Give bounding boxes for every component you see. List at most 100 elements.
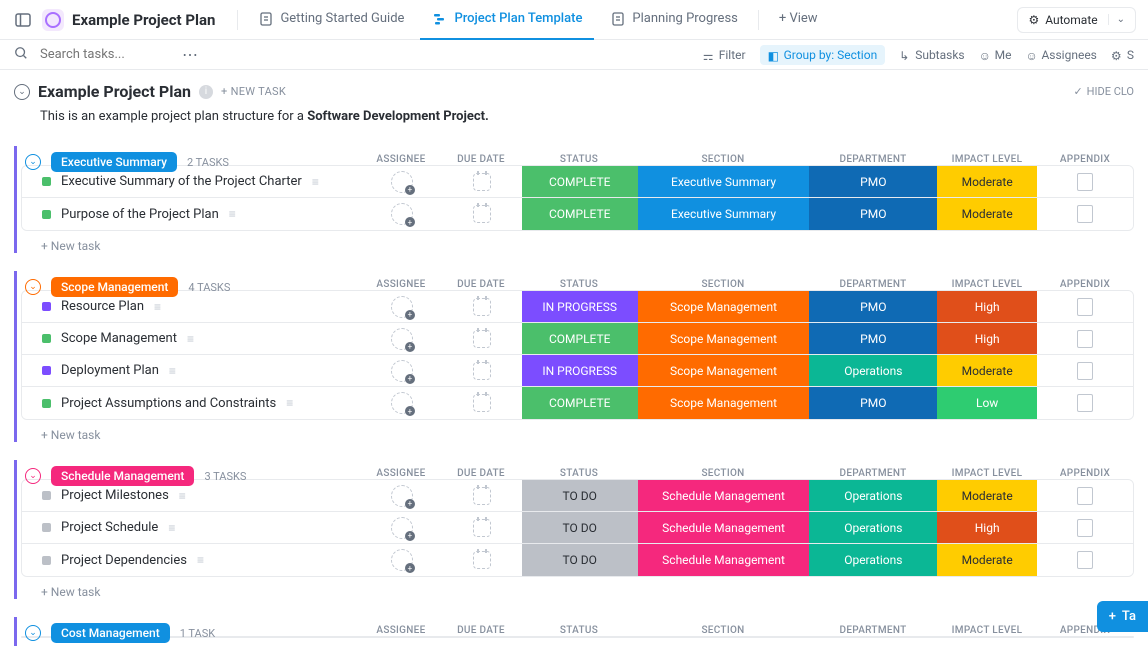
assignee-cell[interactable]: [362, 512, 442, 543]
status-cell[interactable]: TO DO: [522, 544, 638, 576]
hide-closed-button[interactable]: ✓HIDE CLO: [1073, 85, 1134, 98]
due-date-cell[interactable]: [442, 291, 522, 322]
new-task-fab[interactable]: +Ta: [1097, 601, 1148, 632]
assignee-cell[interactable]: [362, 355, 442, 386]
appendix-cell[interactable]: [1037, 387, 1133, 419]
impact-cell[interactable]: Moderate: [937, 198, 1037, 230]
status-cell[interactable]: TO DO: [522, 512, 638, 543]
due-date-cell[interactable]: [442, 323, 522, 354]
due-date-cell[interactable]: [442, 198, 522, 230]
impact-cell[interactable]: Low: [937, 387, 1037, 419]
section-cell[interactable]: Schedule Management: [638, 544, 810, 576]
task-row[interactable]: Project Milestones≡TO DOSchedule Managem…: [22, 480, 1133, 512]
status-square-icon[interactable]: [42, 523, 51, 532]
task-row[interactable]: Resource Plan≡IN PROGRESSScope Managemen…: [22, 291, 1133, 323]
task-row[interactable]: Purpose of the Project Plan≡COMPLETEExec…: [22, 198, 1133, 230]
status-cell[interactable]: IN PROGRESS: [522, 291, 638, 322]
due-date-cell[interactable]: [442, 355, 522, 386]
description-icon[interactable]: ≡: [187, 332, 194, 346]
kebab-menu-icon[interactable]: ⋯: [182, 45, 200, 64]
section-cell[interactable]: Schedule Management: [638, 480, 810, 511]
status-square-icon[interactable]: [42, 302, 51, 311]
department-cell[interactable]: PMO: [809, 387, 937, 419]
section-cell[interactable]: Executive Summary: [638, 198, 810, 230]
appendix-cell[interactable]: [1037, 544, 1133, 576]
task-row[interactable]: Deployment Plan≡IN PROGRESSScope Managem…: [22, 355, 1133, 387]
status-square-icon[interactable]: [42, 399, 51, 408]
description-icon[interactable]: ≡: [179, 489, 186, 503]
status-square-icon[interactable]: [42, 177, 51, 186]
search-icon[interactable]: [14, 46, 28, 64]
description-icon[interactable]: ≡: [197, 553, 204, 567]
tab-project-plan-template[interactable]: Project Plan Template: [420, 0, 594, 40]
due-date-cell[interactable]: [442, 544, 522, 576]
section-cell[interactable]: Schedule Management: [638, 512, 810, 543]
description-icon[interactable]: ≡: [312, 175, 319, 189]
collapse-toggle-icon[interactable]: ⌄: [14, 84, 30, 100]
status-cell[interactable]: COMPLETE: [522, 166, 638, 197]
me-button[interactable]: ☺Me: [979, 48, 1012, 62]
assignee-cell[interactable]: [362, 387, 442, 419]
task-row[interactable]: Project Assumptions and Constraints≡COMP…: [22, 387, 1133, 419]
description-icon[interactable]: ≡: [168, 521, 175, 535]
appendix-cell[interactable]: [1037, 323, 1133, 354]
department-cell[interactable]: Operations: [809, 355, 937, 386]
due-date-cell[interactable]: [442, 512, 522, 543]
due-date-cell[interactable]: [442, 480, 522, 511]
description-icon[interactable]: ≡: [229, 207, 236, 221]
tab-getting-started[interactable]: Getting Started Guide: [246, 0, 416, 40]
due-date-cell[interactable]: [442, 166, 522, 197]
assignee-cell[interactable]: [362, 323, 442, 354]
department-cell[interactable]: Operations: [809, 544, 937, 576]
chevron-down-icon[interactable]: ⌄: [1108, 14, 1125, 25]
appendix-cell[interactable]: [1037, 512, 1133, 543]
department-cell[interactable]: Operations: [809, 480, 937, 511]
section-cell[interactable]: Scope Management: [638, 355, 810, 386]
status-cell[interactable]: COMPLETE: [522, 387, 638, 419]
subtasks-button[interactable]: ↳Subtasks: [899, 48, 964, 62]
info-icon[interactable]: i: [199, 85, 213, 99]
assignee-cell[interactable]: [362, 544, 442, 576]
description-icon[interactable]: ≡: [169, 364, 176, 378]
section-label[interactable]: Cost Management: [51, 623, 170, 643]
search-input[interactable]: [40, 47, 170, 62]
add-view-button[interactable]: + View: [767, 0, 830, 40]
add-task-button[interactable]: + New task: [21, 231, 1134, 253]
status-cell[interactable]: COMPLETE: [522, 323, 638, 354]
automate-button[interactable]: ⚙ Automate ⌄: [1017, 7, 1136, 33]
tab-planning-progress[interactable]: Planning Progress: [598, 0, 749, 40]
group-by-button[interactable]: ◧Group by: Section: [760, 45, 886, 65]
impact-cell[interactable]: Moderate: [937, 544, 1037, 576]
status-cell[interactable]: TO DO: [522, 480, 638, 511]
appendix-cell[interactable]: [1037, 198, 1133, 230]
appendix-cell[interactable]: [1037, 291, 1133, 322]
task-row[interactable]: Project Dependencies≡TO DOSchedule Manag…: [22, 544, 1133, 576]
impact-cell[interactable]: High: [937, 291, 1037, 322]
add-task-button[interactable]: + New task: [21, 577, 1134, 599]
impact-cell[interactable]: Moderate: [937, 166, 1037, 197]
due-date-cell[interactable]: [442, 387, 522, 419]
department-cell[interactable]: PMO: [809, 198, 937, 230]
assignees-button[interactable]: ☺Assignees: [1025, 48, 1096, 62]
description-icon[interactable]: ≡: [286, 396, 293, 410]
status-square-icon[interactable]: [42, 366, 51, 375]
settings-button[interactable]: ⚙S: [1111, 48, 1134, 62]
section-cell[interactable]: Scope Management: [638, 387, 810, 419]
impact-cell[interactable]: Moderate: [937, 355, 1037, 386]
impact-cell[interactable]: Moderate: [937, 480, 1037, 511]
appendix-cell[interactable]: [1037, 480, 1133, 511]
section-cell[interactable]: Executive Summary: [638, 166, 810, 197]
task-row[interactable]: Scope Management≡COMPLETEScope Managemen…: [22, 323, 1133, 355]
assignee-cell[interactable]: [362, 198, 442, 230]
assignee-cell[interactable]: [362, 291, 442, 322]
status-square-icon[interactable]: [42, 210, 51, 219]
status-square-icon[interactable]: [42, 556, 51, 565]
department-cell[interactable]: PMO: [809, 166, 937, 197]
impact-cell[interactable]: High: [937, 512, 1037, 543]
filter-button[interactable]: ⚎Filter: [703, 48, 746, 62]
assignee-cell[interactable]: [362, 166, 442, 197]
add-task-button[interactable]: + New task: [21, 420, 1134, 442]
department-cell[interactable]: PMO: [809, 291, 937, 322]
status-cell[interactable]: COMPLETE: [522, 198, 638, 230]
sidebar-toggle-icon[interactable]: [12, 9, 34, 31]
